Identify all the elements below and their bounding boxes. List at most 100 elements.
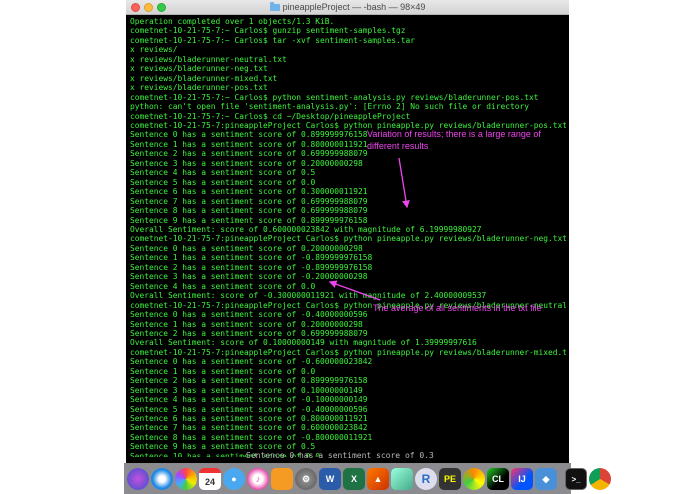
background-terminal-text: Sentence 0 has a sentiment score of 0.3 — [246, 451, 434, 460]
terminal-line-text: Sentence 8 has a sentiment score of 0.69… — [130, 206, 368, 216]
r-icon[interactable]: R — [415, 468, 437, 490]
window-title-container: pineappleProject — -bash — 98×49 — [126, 0, 569, 15]
safari-icon[interactable] — [151, 468, 173, 490]
terminal-line: Operation completed over 1 objects/1.3 K… — [130, 17, 566, 26]
terminal-line-text: cometnet-10-21-75-7:~ Carlos$ gunzip sen… — [130, 26, 406, 36]
terminal-line-text: x reviews/bladerunner-mixed.txt — [130, 73, 278, 83]
terminal-line-text: Sentence 3 has a sentiment score of 0.10… — [130, 385, 363, 395]
terminal-line-text: Sentence 4 has a sentiment score of -0.1… — [130, 395, 368, 405]
terminal-line-text: Sentence 0 has a sentiment score of 0.20… — [130, 243, 363, 253]
calendar-icon[interactable]: 24 — [199, 468, 221, 490]
maps-icon[interactable] — [391, 468, 413, 490]
terminal-line-text: cometnet-10-21-75-7:~ Carlos$ python sen… — [130, 92, 539, 102]
terminal-window[interactable]: pineappleProject — -bash — 98×49 Operati… — [126, 0, 569, 463]
terminal-line: x reviews/bladerunner-neutral.txt — [130, 55, 566, 64]
terminal-line-text: Operation completed over 1 objects/1.3 K… — [130, 17, 335, 26]
terminal-line: cometnet-10-21-75-7:~ Carlos$ cd ~/Deskt… — [130, 112, 566, 121]
terminal-line: cometnet-10-21-75-7:~ Carlos$ gunzip sen… — [130, 26, 566, 35]
terminal-line: Sentence 5 has a sentiment score of -0.4… — [130, 405, 566, 414]
terminal-line: Sentence 0 has a sentiment score of -0.6… — [130, 357, 566, 366]
excel-icon[interactable]: X — [343, 468, 365, 490]
itunes-icon[interactable]: ♪ — [247, 468, 269, 490]
siri-icon[interactable] — [127, 468, 149, 490]
terminal-line-text: Sentence 5 has a sentiment score of 0.0 — [130, 177, 316, 187]
terminal-line: Sentence 1 has a sentiment score of 0.0 — [130, 367, 566, 376]
photos-icon[interactable] — [175, 468, 197, 490]
folder-icon — [269, 2, 280, 11]
terminal-line-text: Sentence 3 has a sentiment score of -0.2… — [130, 272, 368, 282]
terminal-line: Sentence 5 has a sentiment score of 0.0 — [130, 178, 566, 187]
terminal-line-text: Sentence 0 has a sentiment score of -0.6… — [130, 357, 373, 367]
terminal-line: cometnet-10-21-75-7:pineappleProject Car… — [130, 348, 566, 357]
terminal-icon[interactable]: >_ — [565, 468, 587, 490]
sublime-icon[interactable]: ◆ — [535, 468, 557, 490]
terminal-line: Sentence 6 has a sentiment score of 0.30… — [130, 187, 566, 196]
terminal-line-text: Overall Sentiment: score of 0.1000000014… — [130, 338, 477, 348]
clion-icon[interactable]: CL — [487, 468, 509, 490]
terminal-line-text: x reviews/bladerunner-neutral.txt — [130, 54, 287, 64]
terminal-line: cometnet-10-21-75-7:~ Carlos$ python sen… — [130, 93, 566, 102]
intellij-icon[interactable]: IJ — [511, 468, 533, 490]
terminal-line: Sentence 9 has a sentiment score of 0.89… — [130, 216, 566, 225]
terminal-line-text: Overall Sentiment: score of -0.300000011… — [130, 291, 487, 301]
terminal-line-text: Sentence 6 has a sentiment score of 0.30… — [130, 187, 368, 197]
terminal-line: Overall Sentiment: score of 0.1000000014… — [130, 338, 566, 347]
window-title: pineappleProject — -bash — 98×49 — [282, 2, 426, 12]
terminal-line-text: Sentence 1 has a sentiment score of 0.80… — [130, 139, 368, 149]
terminal-line-text: Sentence 2 has a sentiment score of 0.69… — [130, 149, 368, 159]
annotation-range-note: Variation of results; there is a large r… — [367, 129, 541, 151]
terminal-line: Sentence 1 has a sentiment score of -0.8… — [130, 253, 566, 262]
terminal-line: Sentence 4 has a sentiment score of 0.0 — [130, 282, 566, 291]
scratch-icon[interactable] — [463, 468, 485, 490]
terminal-line-text: cometnet-10-21-75-7:pineappleProject Car… — [130, 234, 566, 244]
terminal-line: Sentence 4 has a sentiment score of 0.5 — [130, 168, 566, 177]
terminal-line-text: Sentence 6 has a sentiment score of 0.80… — [130, 414, 368, 424]
terminal-line-text: Sentence 7 has a sentiment score of 0.69… — [130, 196, 368, 206]
terminal-line-text: Sentence 8 has a sentiment score of -0.8… — [130, 432, 373, 442]
terminal-line: Sentence 3 has a sentiment score of -0.2… — [130, 272, 566, 281]
preferences-icon[interactable]: ⚙ — [295, 468, 317, 490]
terminal-line: Sentence 2 has a sentiment score of 0.69… — [130, 329, 566, 338]
terminal-output[interactable]: Operation completed over 1 objects/1.3 K… — [130, 17, 566, 457]
terminal-line-text: x reviews/ — [130, 45, 178, 55]
title-bar[interactable]: pineappleProject — -bash — 98×49 — [126, 0, 569, 15]
terminal-line-text: Sentence 2 has a sentiment score of 0.89… — [130, 376, 368, 386]
terminal-line-text: Sentence 1 has a sentiment score of 0.20… — [130, 319, 363, 329]
annotation-average-note: The average of all sentiments in the txt… — [373, 303, 542, 313]
terminal-line-text: x reviews/bladerunner-neg.txt — [130, 64, 268, 74]
terminal-line: Sentence 1 has a sentiment score of 0.20… — [130, 320, 566, 329]
terminal-line-text: cometnet-10-21-75-7:~ Carlos$ tar -xvf s… — [130, 35, 416, 45]
terminal-line-text: Sentence 4 has a sentiment score of 0.5 — [130, 168, 316, 178]
pe-icon[interactable]: PE — [439, 468, 461, 490]
terminal-line-text: cometnet-10-21-75-7:~ Carlos$ cd ~/Deskt… — [130, 111, 411, 121]
terminal-line-text: x reviews/bladerunner-pos.txt — [130, 83, 268, 93]
terminal-line: Sentence 8 has a sentiment score of 0.69… — [130, 206, 566, 215]
terminal-line: Overall Sentiment: score of -0.300000011… — [130, 291, 566, 300]
terminal-line: Overall Sentiment: score of 0.6000000238… — [130, 225, 566, 234]
terminal-line: x reviews/ — [130, 45, 566, 54]
matlab-icon[interactable]: ▲ — [367, 468, 389, 490]
terminal-line: Sentence 8 has a sentiment score of -0.8… — [130, 433, 566, 442]
dock: 24 ● ♪ ⚙ W X ▲ R PE CL IJ ◆ >_ — [124, 463, 611, 494]
word-icon[interactable]: W — [319, 468, 341, 490]
terminal-line: python: can't open file 'sentiment-analy… — [130, 102, 566, 111]
messages-icon[interactable]: ● — [223, 468, 245, 490]
terminal-line: cometnet-10-21-75-7:pineappleProject Car… — [130, 234, 566, 243]
terminal-line-text: cometnet-10-21-75-7:pineappleProject Car… — [130, 347, 566, 357]
terminal-line-text: python: can't open file 'sentiment-analy… — [130, 102, 530, 112]
terminal-line: Sentence 4 has a sentiment score of -0.1… — [130, 395, 566, 404]
terminal-line: Sentence 3 has a sentiment score of 0.20… — [130, 159, 566, 168]
terminal-line-text: Sentence 1 has a sentiment score of -0.8… — [130, 253, 373, 263]
ibooks-icon[interactable] — [271, 468, 293, 490]
terminal-line-text: Sentence 0 has a sentiment score of 0.89… — [130, 130, 368, 140]
terminal-line: Sentence 3 has a sentiment score of 0.10… — [130, 386, 566, 395]
terminal-line: x reviews/bladerunner-neg.txt — [130, 64, 566, 73]
terminal-line: Sentence 7 has a sentiment score of 0.60… — [130, 423, 566, 432]
chrome-icon[interactable] — [589, 468, 611, 490]
terminal-line-text: Sentence 9 has a sentiment score of 0.89… — [130, 215, 368, 225]
terminal-line: Sentence 6 has a sentiment score of 0.80… — [130, 414, 566, 423]
terminal-line: x reviews/bladerunner-pos.txt — [130, 83, 566, 92]
terminal-line-text: Sentence 5 has a sentiment score of -0.4… — [130, 404, 368, 414]
terminal-line-text: Sentence 7 has a sentiment score of 0.60… — [130, 423, 368, 433]
terminal-line: Sentence 2 has a sentiment score of 0.89… — [130, 376, 566, 385]
